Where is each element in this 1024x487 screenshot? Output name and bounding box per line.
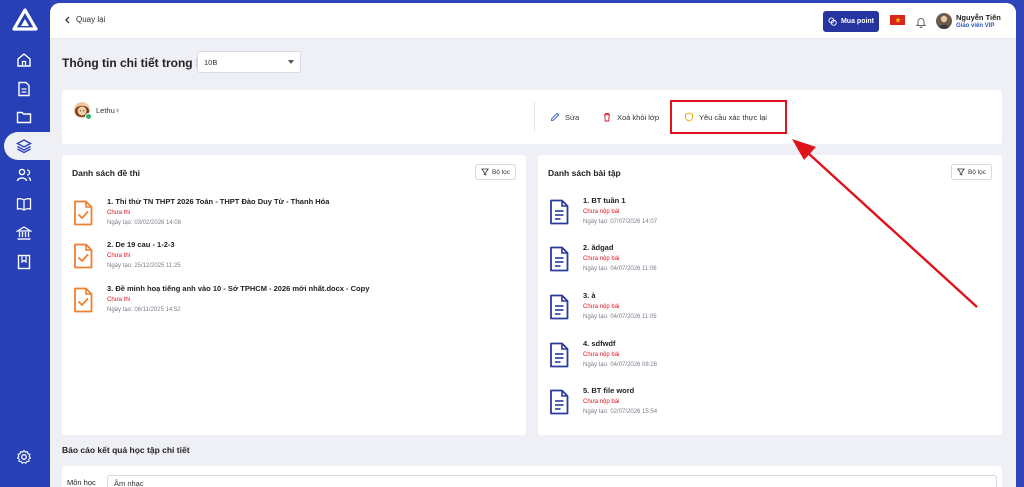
homework-file-icon [548, 294, 570, 320]
exam-status: Chưa thi [107, 210, 131, 216]
exam-title: 3. Đề minh hoạ tiếng anh vào 10 - Sở TPH… [107, 284, 370, 293]
exam-date: Ngày tạo: 03/02/2026 14:08 [107, 220, 182, 226]
subject-select[interactable]: Âm nhạc [107, 475, 997, 487]
exam-filter-button[interactable]: Bộ lọc [475, 164, 516, 180]
exam-list-title: Danh sách đề thi [72, 168, 141, 178]
homework-date: Ngày tạo: 04/07/2026 11:05 [583, 314, 657, 320]
chevron-left-icon [65, 16, 70, 23]
list-item[interactable]: 4. sdfwdf Chưa nộp bài Ngày tạo: 04/07/2… [548, 339, 988, 373]
user-avatar[interactable] [936, 13, 952, 29]
homework-file-icon [548, 199, 570, 225]
homework-status: Chưa nộp bài [583, 304, 620, 310]
coins-icon [828, 17, 837, 26]
highlight-box [670, 100, 787, 134]
homework-date: Ngày tạo: 02/07/2026 15:54 [583, 409, 658, 415]
gender-female-icon: ♀ [114, 106, 121, 115]
edit-label: Sửa [565, 112, 580, 122]
app-logo-icon[interactable] [12, 8, 38, 32]
filter-icon [956, 168, 965, 176]
layers-icon[interactable] [13, 135, 35, 157]
class-select[interactable]: 10B [197, 51, 301, 73]
users-icon[interactable] [13, 164, 35, 186]
topbar: Quay lại Mua point Nguyễn Tiến Giáo viên… [50, 3, 1016, 39]
exam-file-icon [72, 287, 94, 313]
student-name-text: Lethu [96, 106, 115, 115]
exam-status: Chưa thi [107, 253, 131, 259]
bank-icon[interactable] [13, 222, 35, 244]
list-item[interactable]: 1. BT tuần 1 Chưa nộp bài Ngày tạo: 07/0… [548, 196, 988, 230]
subject-label: Môn học [67, 478, 96, 487]
homework-status: Chưa nộp bài [583, 209, 620, 215]
homework-file-icon [548, 342, 570, 368]
pencil-icon [550, 112, 560, 122]
sidebar [0, 0, 50, 487]
bell-icon[interactable] [915, 15, 927, 28]
bookmark-icon[interactable] [13, 251, 35, 273]
folder-icon[interactable] [13, 106, 35, 128]
exam-filter-label: Bộ lọc [491, 168, 511, 176]
verified-badge-icon [85, 113, 92, 120]
homework-list-card: Danh sách bài tập Bộ lọc 1. BT tuần 1 Ch… [538, 155, 1002, 435]
student-info-card: Lethu♀ Sửa Xoá khỏi lớp Yêu cầu xác thực… [62, 90, 1002, 144]
list-item[interactable]: 3. Đề minh hoạ tiếng anh vào 10 - Sở TPH… [72, 284, 512, 318]
homework-list-title: Danh sách bài tập [548, 168, 621, 178]
list-item[interactable]: 2. De 19 cau - 1-2-3 Chưa thi Ngày tạo: … [72, 240, 512, 274]
list-item[interactable]: 5. BT file word Chưa nộp bài Ngày tạo: 0… [548, 386, 988, 420]
exam-title: 1. Thi thử TN THPT 2026 Toán - THPT Đào … [107, 197, 330, 206]
trash-icon [604, 113, 610, 122]
homework-status: Chưa nộp bài [583, 399, 620, 405]
remove-from-class-button[interactable]: Xoá khỏi lớp [602, 112, 659, 122]
exam-title: 2. De 19 cau - 1-2-3 [107, 240, 175, 249]
home-icon[interactable] [13, 49, 35, 71]
student-name: Lethu♀ [96, 106, 120, 115]
list-item[interactable]: 3. à Chưa nộp bài Ngày tạo: 04/07/2026 1… [548, 291, 988, 325]
homework-title: 4. sdfwdf [583, 339, 616, 348]
page-title: Thông tin chi tiết trong lớp [62, 56, 216, 70]
report-title: Báo cáo kết quả học tập chi tiết [62, 445, 190, 455]
main-content: Quay lại Mua point Nguyễn Tiến Giáo viên… [50, 3, 1016, 487]
exam-list-card: Danh sách đề thi Bộ lọc 1. Thi thử TN TH… [62, 155, 526, 435]
homework-title: 5. BT file word [583, 386, 635, 395]
homework-title: 1. BT tuần 1 [583, 196, 626, 205]
report-card: Môn học Âm nhạc [62, 466, 1002, 487]
homework-status: Chưa nộp bài [583, 256, 620, 262]
user-name: Nguyễn Tiến [956, 13, 1001, 22]
homework-date: Ngày tạo: 07/07/2026 14:07 [583, 219, 658, 225]
user-role: Giáo viên VIP [956, 23, 995, 29]
homework-file-icon [548, 246, 570, 272]
homework-date: Ngày tạo: 04/07/2026 08:26 [583, 362, 658, 368]
homework-filter-label: Bộ lọc [967, 168, 987, 176]
vietnam-flag-icon[interactable] [890, 15, 905, 25]
homework-title: 3. à [583, 291, 596, 300]
homework-title: 2. ădgad [583, 243, 614, 252]
exam-file-icon [72, 200, 94, 226]
settings-icon[interactable] [13, 446, 35, 468]
divider [534, 102, 535, 132]
exam-status: Chưa thi [107, 297, 131, 303]
exam-date: Ngày tạo: 06/11/2025 14:52 [107, 307, 181, 313]
document-icon[interactable] [13, 78, 35, 100]
list-item[interactable]: 2. ădgad Chưa nộp bài Ngày tạo: 04/07/20… [548, 243, 988, 277]
back-button[interactable]: Quay lại [64, 15, 105, 24]
list-item[interactable]: 1. Thi thử TN THPT 2026 Toán - THPT Đào … [72, 197, 512, 231]
homework-date: Ngày tạo: 04/07/2026 11:06 [583, 266, 657, 272]
subject-select-value: Âm nhạc [114, 479, 144, 487]
edit-button[interactable]: Sửa [550, 112, 579, 122]
class-select-value: 10B [204, 58, 218, 67]
homework-filter-button[interactable]: Bộ lọc [951, 164, 992, 180]
back-label: Quay lại [76, 15, 106, 24]
remove-from-class-label: Xoá khỏi lớp [617, 112, 660, 122]
homework-file-icon [548, 389, 570, 415]
caret-down-icon [288, 60, 294, 64]
book-icon[interactable] [13, 193, 35, 215]
exam-file-icon [72, 243, 94, 269]
buy-point-label: Mua point [840, 18, 875, 25]
buy-point-button[interactable]: Mua point [823, 11, 879, 32]
homework-status: Chưa nộp bài [583, 352, 620, 358]
exam-date: Ngày tạo: 25/12/2025 11:25 [107, 263, 181, 269]
filter-icon [480, 168, 489, 176]
